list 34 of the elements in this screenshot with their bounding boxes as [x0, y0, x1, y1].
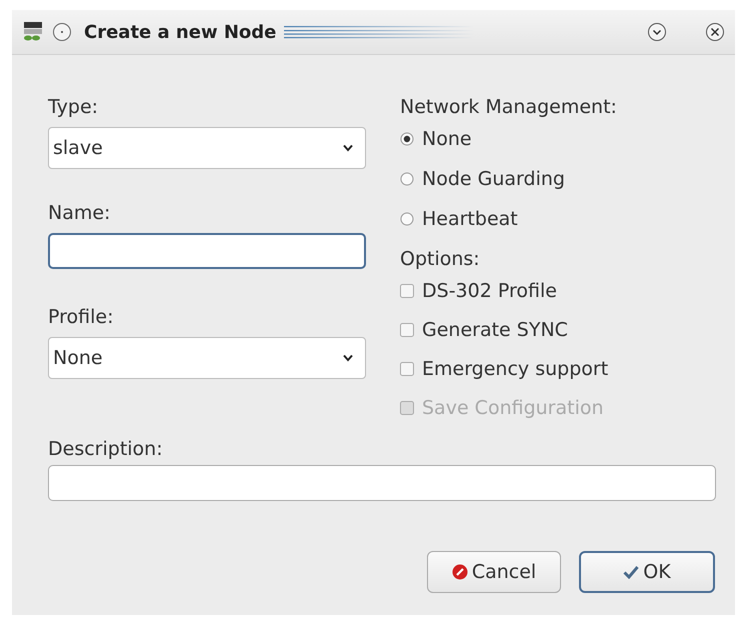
radio-label: Heartbeat [422, 208, 518, 230]
description-input-field[interactable] [48, 465, 716, 501]
ok-button[interactable]: OK [579, 551, 715, 593]
group-label: Options: [400, 247, 481, 271]
radio-label: None [422, 128, 472, 150]
checkbox-label: Save Configuration [422, 396, 604, 418]
cancel-icon [452, 564, 468, 580]
checkbox-label: DS-302 Profile [422, 280, 557, 302]
profile-dropdown[interactable]: None [48, 337, 366, 379]
dropdown-caret-icon [343, 144, 353, 152]
app-logo-icon [22, 21, 44, 43]
name-input-field[interactable] [48, 233, 366, 269]
group-label: Network Management: [400, 95, 617, 119]
minimize-icon[interactable] [647, 22, 667, 42]
checkbox-label: Emergency support [422, 358, 608, 380]
checkbox[interactable] [400, 362, 414, 376]
radio-button[interactable] [400, 212, 414, 226]
window-menu-icon[interactable] [52, 22, 72, 42]
field-label: Type: [48, 95, 100, 119]
type-dropdown[interactable]: slave [48, 127, 366, 169]
radio-label: Node Guarding [422, 168, 565, 190]
field-label: Description: [48, 437, 164, 461]
checkbox-label: Generate SYNC [422, 318, 568, 340]
field-label: Profile: [48, 305, 114, 329]
checkbox[interactable] [400, 284, 414, 298]
check-icon [623, 565, 640, 579]
field-label: Name: [48, 201, 112, 225]
radio-button[interactable] [400, 132, 414, 146]
window-title: Create a new Node [84, 22, 276, 42]
cancel-button[interactable]: Cancel [427, 551, 561, 593]
checkbox[interactable] [400, 322, 414, 336]
close-icon[interactable] [705, 22, 725, 42]
radio-button[interactable] [400, 172, 414, 186]
dropdown-caret-icon [343, 354, 353, 362]
